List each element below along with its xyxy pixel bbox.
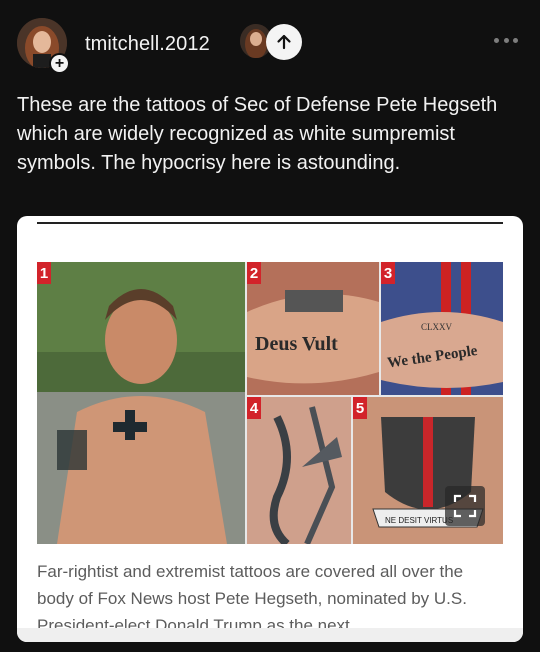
panel-number-2: 2	[247, 262, 261, 284]
panel-number-3: 3	[381, 262, 395, 284]
post-body-text: These are the tattoos of Sec of Defense …	[17, 94, 498, 174]
panel-number-4: 4	[247, 397, 261, 419]
tattoo-collage-image[interactable]: 1 Deus Vult 2 CLXXV We the People 3 4 NE…	[37, 262, 503, 544]
more-horizontal-icon[interactable]	[494, 38, 518, 46]
panel-number-1: 1	[37, 262, 51, 284]
arrow-up-icon[interactable]	[266, 24, 302, 60]
author-username[interactable]: tmitchell.2012	[85, 33, 210, 56]
follow-plus-icon[interactable]: +	[49, 53, 70, 74]
panel-number-5: 5	[353, 397, 367, 419]
card-divider	[37, 222, 503, 224]
collage-panel-1: 1	[37, 262, 245, 544]
author-avatar-container[interactable]: +	[17, 18, 70, 74]
expand-icon[interactable]	[445, 486, 485, 526]
deus-vult-text: Deus Vult	[255, 333, 338, 355]
card-bottom-edge	[17, 628, 523, 642]
clxxv-text: CLXXV	[421, 322, 452, 332]
collage-panel-2: Deus Vult 2	[247, 262, 379, 395]
card-caption: Far-rightist and extremist tattoos are c…	[37, 562, 467, 635]
link-preview-card[interactable]: 1 Deus Vult 2 CLXXV We the People 3 4 NE…	[17, 216, 523, 642]
collage-panel-3: CLXXV We the People 3	[381, 262, 503, 395]
collage-panel-4: 4	[247, 397, 351, 544]
post-header: + tmitchell.2012	[0, 0, 540, 86]
motto-text: NE DESIT VIRTUS	[385, 516, 453, 525]
